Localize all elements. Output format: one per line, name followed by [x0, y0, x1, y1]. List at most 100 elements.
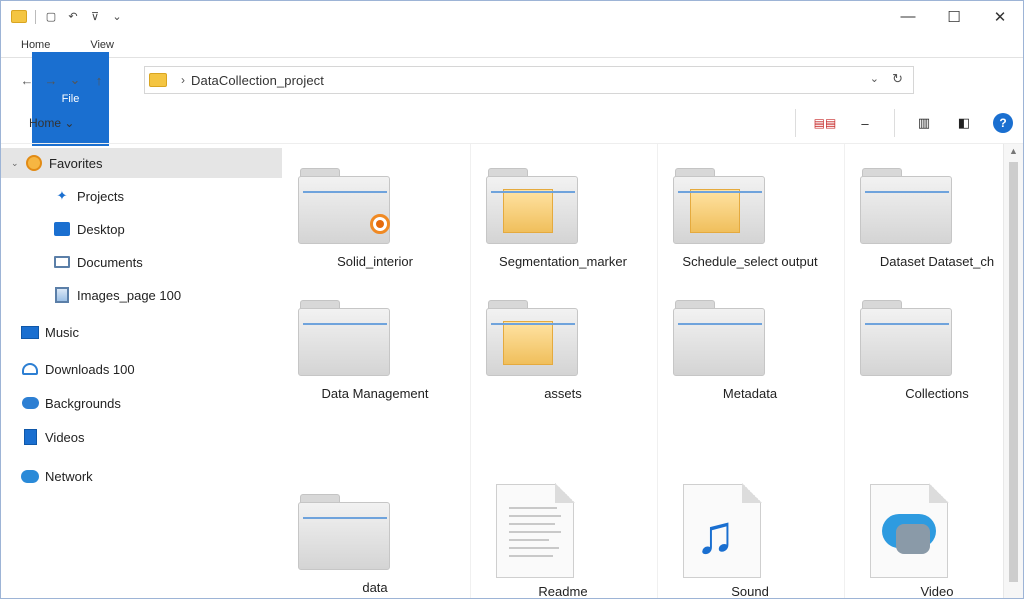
folder-item[interactable]: Collections	[844, 276, 1023, 416]
folder-item[interactable]: Solid_interior	[282, 144, 468, 284]
sidebar-item-label: Favorites	[49, 155, 103, 171]
item-name: Collections	[905, 386, 969, 401]
pictures-icon	[53, 287, 71, 303]
close-button[interactable]: ✕	[977, 1, 1023, 32]
documents-icon	[53, 254, 71, 270]
video-file-item[interactable]: Video	[844, 464, 1023, 599]
video-file-icon	[870, 483, 949, 578]
minimize-button[interactable]: —	[885, 1, 931, 32]
quick-access-toolbar: ▢ ↶ ⊽ ⌄	[1, 9, 124, 24]
chevron-down-icon: ⌄	[64, 116, 75, 130]
recent-locations-button[interactable]: ⌄	[63, 68, 87, 92]
folder-icon	[673, 168, 765, 244]
file-list-pane: Solid_interior Segmentation_marker Sched…	[282, 144, 1004, 599]
sidebar-item-projects[interactable]: ✦ Projects	[1, 181, 282, 211]
back-button[interactable]: ←	[15, 68, 39, 92]
folder-item[interactable]: Data Management	[282, 276, 468, 416]
document-item[interactable]: Readme	[470, 464, 656, 599]
title-bar: ▢ ↶ ⊽ ⌄ — ☐ ✕	[1, 1, 1023, 32]
divider	[894, 109, 895, 137]
item-name: Data Management	[321, 386, 429, 401]
sidebar-item-label: Images_page 100	[77, 287, 182, 303]
item-name: Readme	[538, 584, 588, 599]
network-icon	[21, 361, 39, 377]
refresh-button[interactable]: ↻	[892, 71, 903, 87]
folder-item[interactable]: Dataset Dataset_ch	[844, 144, 1023, 284]
scroll-up-icon[interactable]: ▲	[1009, 146, 1018, 156]
file-explorer-window: ▢ ↶ ⊽ ⌄ — ☐ ✕ File Home View ← → ⌄ ↑ › D…	[0, 0, 1024, 599]
chevron-down-icon[interactable]: –	[854, 112, 876, 134]
folder-item[interactable]: assets	[470, 276, 656, 416]
cloud-icon	[21, 395, 39, 411]
sidebar-item-favorites[interactable]: ⌄ Favorites	[1, 148, 282, 178]
folder-icon	[11, 10, 27, 23]
chevron-down-icon[interactable]: ⌄	[110, 10, 124, 24]
item-name: Metadata	[722, 386, 778, 401]
sidebar-item-network[interactable]: Network	[1, 461, 282, 491]
home-dropdown-label: Home	[29, 116, 62, 130]
item-name: Video	[920, 584, 954, 599]
quick-access-arrow-icon: ✦	[56, 188, 68, 203]
item-name: Segmentation_marker	[499, 254, 627, 269]
breadcrumb-chevron-icon[interactable]: ›	[181, 73, 185, 87]
folder-icon	[486, 300, 578, 376]
sidebar-item-label: Videos	[45, 429, 85, 445]
address-bar[interactable]: › DataCollection_project ⌄ ↻	[144, 66, 914, 94]
audio-file-item[interactable]: ♫ Sound	[657, 464, 843, 599]
folder-item[interactable]: data	[282, 470, 468, 598]
sidebar-item-label: Projects	[77, 188, 124, 204]
vertical-scrollbar[interactable]: ▲	[1003, 144, 1023, 598]
folder-item[interactable]: Schedule_select output	[657, 144, 843, 284]
item-name: Solid_interior	[337, 254, 413, 269]
item-name: Sound	[731, 584, 769, 599]
details-pane-icon[interactable]: ▥	[913, 112, 935, 134]
divider	[795, 109, 796, 137]
address-row: ← → ⌄ ↑ › DataCollection_project ⌄ ↻	[1, 63, 1023, 97]
address-dropdown-button[interactable]: ⌄	[870, 72, 879, 85]
undo-icon[interactable]: ↶	[66, 10, 80, 24]
sidebar-item-images[interactable]: Images_page 100	[1, 280, 282, 310]
expand-arrow-icon[interactable]: ⌄	[11, 158, 25, 169]
breadcrumb-path[interactable]: DataCollection_project	[191, 73, 324, 88]
sidebar-item-label: Backgrounds	[45, 395, 121, 411]
sidebar-item-label: Documents	[77, 254, 143, 270]
forward-button[interactable]: →	[39, 68, 63, 92]
up-button[interactable]: ↑	[87, 68, 111, 92]
folder-item[interactable]: Metadata	[657, 276, 843, 416]
preview-pane-icon[interactable]: ◧	[953, 112, 975, 134]
home-dropdown[interactable]: Home ⌄	[29, 116, 74, 130]
music-note-icon: ♫	[683, 483, 762, 578]
item-name: Schedule_select output	[682, 254, 818, 269]
sync-badge-icon	[370, 214, 390, 234]
folder-icon	[298, 494, 390, 570]
sidebar-item-documents[interactable]: Documents	[1, 247, 282, 277]
save-icon[interactable]: ▢	[44, 10, 58, 24]
star-icon	[25, 155, 43, 171]
chat-bubble-icon	[21, 468, 39, 484]
monitor-icon	[21, 324, 39, 340]
folder-item[interactable]: Segmentation_marker	[470, 144, 656, 284]
divider	[35, 9, 36, 24]
command-bar-actions: ▤▤ – ▥ ◧ ?	[795, 109, 1013, 137]
maximize-button[interactable]: ☐	[931, 1, 977, 32]
help-icon[interactable]: ?	[993, 113, 1013, 133]
sidebar-item-label: Network	[45, 468, 93, 484]
sidebar-item-label: Downloads 100	[45, 361, 135, 377]
sidebar-item-music[interactable]: Music	[1, 317, 282, 347]
sidebar-item-desktop[interactable]: Desktop	[1, 214, 282, 244]
sidebar-item-label: Desktop	[77, 221, 125, 237]
sidebar-item-videos[interactable]: Videos	[1, 422, 282, 452]
folder-icon	[298, 300, 390, 376]
document-icon	[496, 483, 575, 578]
folder-icon	[298, 168, 390, 244]
sidebar-item-label: Music	[45, 324, 79, 340]
sidebar-item-backgrounds[interactable]: Backgrounds	[1, 388, 282, 418]
view-options-icon[interactable]: ▤▤	[814, 112, 837, 134]
sidebar-item-downloads[interactable]: Downloads 100	[1, 354, 282, 384]
folder-icon	[860, 300, 952, 376]
pin-icon[interactable]: ⊽	[88, 10, 102, 24]
item-name: data	[362, 580, 388, 595]
scrollbar-thumb[interactable]	[1009, 162, 1018, 582]
folder-icon	[149, 73, 167, 87]
ribbon-tabs: File Home View	[1, 32, 1023, 146]
